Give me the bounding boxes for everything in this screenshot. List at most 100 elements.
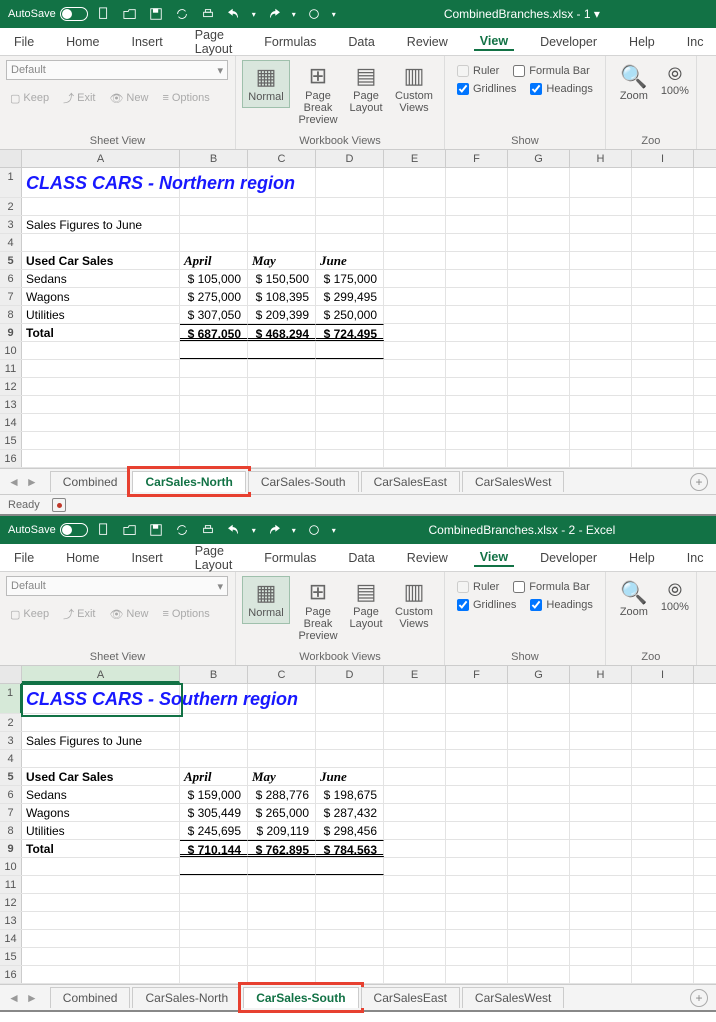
cell[interactable] bbox=[570, 894, 632, 911]
cell[interactable] bbox=[570, 216, 632, 233]
row-header-11[interactable]: 11 bbox=[0, 360, 22, 377]
cell[interactable]: Utilities bbox=[22, 822, 180, 839]
cell[interactable] bbox=[632, 270, 694, 287]
row-header-5[interactable]: 5 bbox=[0, 252, 22, 269]
cell[interactable] bbox=[316, 432, 384, 449]
record-macro-icon[interactable] bbox=[52, 498, 66, 512]
sheet-tab-combined[interactable]: Combined bbox=[50, 471, 131, 492]
cell[interactable]: $ 108,395 bbox=[248, 288, 316, 305]
cell[interactable] bbox=[446, 378, 508, 395]
cell[interactable] bbox=[248, 414, 316, 431]
cell[interactable] bbox=[570, 948, 632, 965]
cell[interactable] bbox=[180, 894, 248, 911]
zoom-button[interactable]: 🔍Zoom bbox=[612, 60, 656, 106]
cell[interactable] bbox=[570, 324, 632, 341]
cell[interactable] bbox=[632, 360, 694, 377]
cell[interactable] bbox=[316, 894, 384, 911]
cell[interactable] bbox=[632, 732, 694, 749]
cell[interactable] bbox=[508, 342, 570, 359]
options-button[interactable]: ≡ Options bbox=[158, 88, 213, 108]
cell[interactable]: $ 784,563 bbox=[316, 840, 384, 857]
cell[interactable] bbox=[22, 876, 180, 893]
ribbon-tab-data[interactable]: Data bbox=[342, 33, 380, 51]
cell[interactable] bbox=[508, 270, 570, 287]
cell[interactable]: Wagons bbox=[22, 804, 180, 821]
ribbon-tab-page-layout[interactable]: Page Layout bbox=[189, 542, 239, 574]
cell[interactable] bbox=[248, 216, 316, 233]
sync-icon[interactable] bbox=[174, 522, 190, 538]
col-header-I[interactable]: I bbox=[632, 150, 694, 167]
open-icon[interactable] bbox=[122, 522, 138, 538]
cell[interactable] bbox=[384, 288, 446, 305]
cell[interactable] bbox=[446, 840, 508, 857]
cell[interactable] bbox=[446, 966, 508, 983]
cell[interactable] bbox=[384, 342, 446, 359]
cell[interactable] bbox=[22, 930, 180, 947]
cell[interactable]: $ 209,399 bbox=[248, 306, 316, 323]
cell[interactable] bbox=[180, 360, 248, 377]
cell[interactable] bbox=[316, 732, 384, 749]
cell[interactable] bbox=[316, 198, 384, 215]
cell[interactable] bbox=[632, 750, 694, 767]
col-header-F[interactable]: F bbox=[446, 666, 508, 683]
cell[interactable] bbox=[570, 840, 632, 857]
cell[interactable]: $ 287,432 bbox=[316, 804, 384, 821]
cell[interactable] bbox=[180, 912, 248, 929]
cell[interactable] bbox=[180, 198, 248, 215]
cell[interactable] bbox=[632, 858, 694, 875]
cell[interactable] bbox=[632, 768, 694, 785]
cell[interactable] bbox=[248, 378, 316, 395]
row-header-9[interactable]: 9 bbox=[0, 840, 22, 857]
col-header-E[interactable]: E bbox=[384, 666, 446, 683]
cell[interactable] bbox=[384, 252, 446, 269]
ribbon-tab-data[interactable]: Data bbox=[342, 549, 380, 567]
gridlines-checkbox[interactable]: Gridlines bbox=[457, 599, 516, 611]
row-header-13[interactable]: 13 bbox=[0, 912, 22, 929]
undo-icon[interactable] bbox=[226, 522, 242, 538]
cell[interactable] bbox=[570, 930, 632, 947]
ribbon-tab-help[interactable]: Help bbox=[623, 33, 661, 51]
cell[interactable] bbox=[180, 930, 248, 947]
cell[interactable]: June bbox=[316, 252, 384, 269]
row-header-6[interactable]: 6 bbox=[0, 786, 22, 803]
cell[interactable] bbox=[180, 216, 248, 233]
cell[interactable] bbox=[384, 198, 446, 215]
cell[interactable]: Total bbox=[22, 840, 180, 857]
ribbon-tab-file[interactable]: File bbox=[8, 549, 40, 567]
cell[interactable] bbox=[384, 324, 446, 341]
cell[interactable] bbox=[632, 324, 694, 341]
cell[interactable] bbox=[632, 966, 694, 983]
cell[interactable] bbox=[384, 732, 446, 749]
cell[interactable] bbox=[180, 234, 248, 251]
cell[interactable] bbox=[570, 432, 632, 449]
cell[interactable]: Used Car Sales bbox=[22, 252, 180, 269]
col-header-A[interactable]: A bbox=[22, 666, 180, 683]
cell[interactable] bbox=[632, 930, 694, 947]
exit-button[interactable]: ⤴ Exit bbox=[59, 88, 99, 108]
row-header-14[interactable]: 14 bbox=[0, 930, 22, 947]
cell[interactable] bbox=[446, 822, 508, 839]
cell[interactable] bbox=[508, 168, 570, 197]
cell[interactable] bbox=[632, 252, 694, 269]
cell[interactable] bbox=[446, 876, 508, 893]
cell[interactable]: Sedans bbox=[22, 786, 180, 803]
cell[interactable] bbox=[180, 414, 248, 431]
cell[interactable] bbox=[632, 948, 694, 965]
cell[interactable] bbox=[570, 732, 632, 749]
ribbon-tab-page-layout[interactable]: Page Layout bbox=[189, 26, 239, 58]
cell[interactable] bbox=[508, 732, 570, 749]
cell[interactable] bbox=[570, 714, 632, 731]
cell[interactable]: Sales Figures to June bbox=[22, 216, 180, 233]
sheet-tab-carsaleswest[interactable]: CarSalesWest bbox=[462, 987, 564, 1008]
cell[interactable] bbox=[508, 768, 570, 785]
col-header-D[interactable]: D bbox=[316, 666, 384, 683]
cell[interactable] bbox=[508, 912, 570, 929]
cell[interactable]: $ 150,500 bbox=[248, 270, 316, 287]
cell[interactable] bbox=[508, 360, 570, 377]
row-header-15[interactable]: 15 bbox=[0, 948, 22, 965]
cell[interactable] bbox=[316, 948, 384, 965]
cell[interactable]: $ 288,776 bbox=[248, 786, 316, 803]
cell[interactable] bbox=[632, 912, 694, 929]
cell[interactable] bbox=[508, 966, 570, 983]
cell[interactable] bbox=[632, 684, 694, 713]
